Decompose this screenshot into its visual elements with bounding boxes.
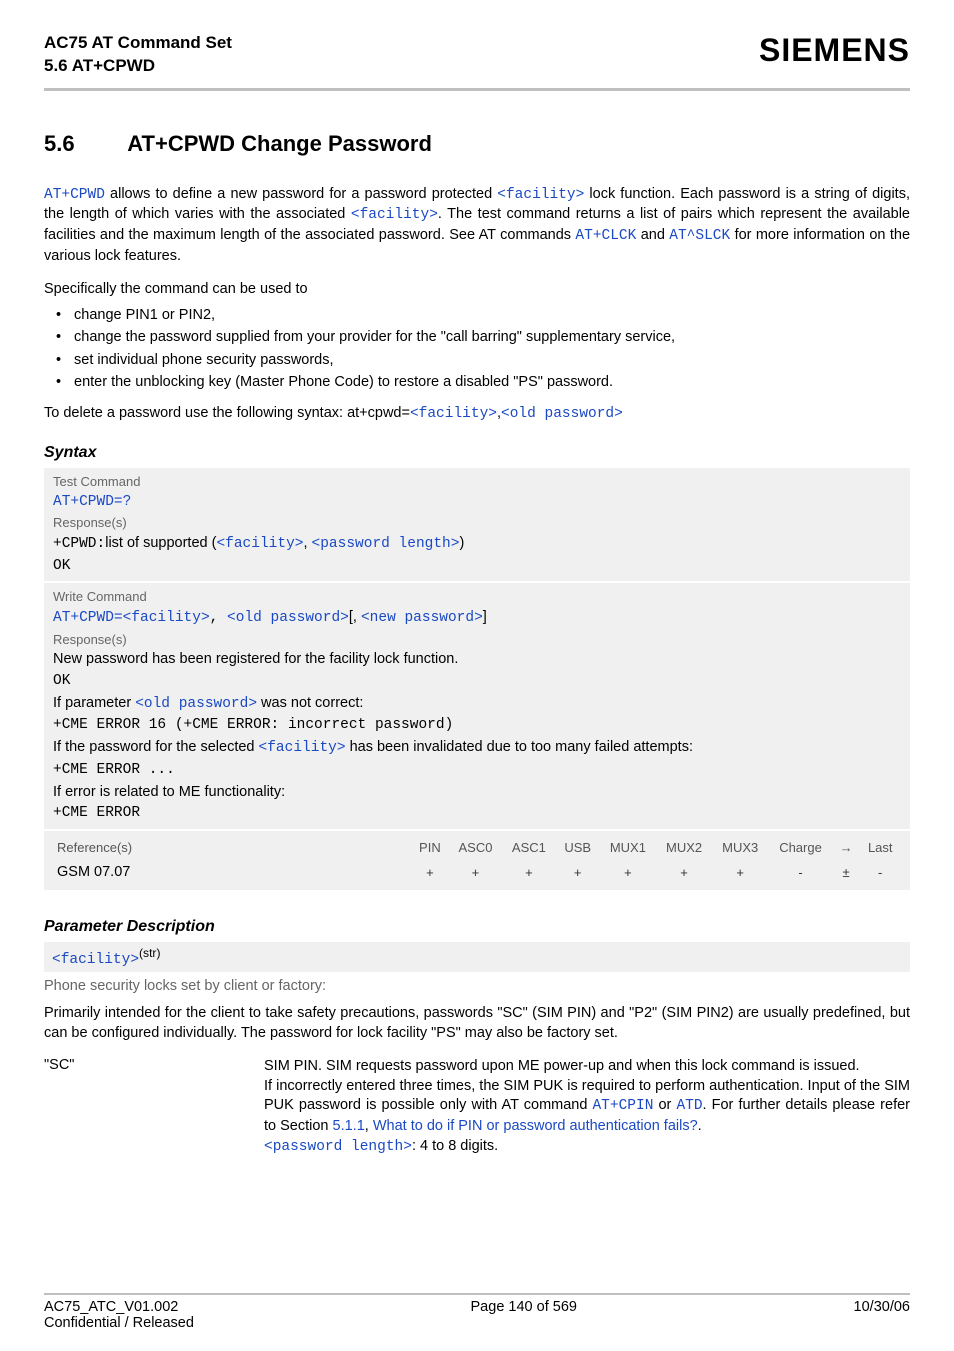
list-item: change PIN1 or PIN2, [56, 304, 910, 326]
footer-confidential: Confidential / Released [44, 1315, 194, 1331]
param-desc-heading: Parameter Description [44, 918, 910, 936]
header-divider [44, 88, 910, 91]
list-item: set individual phone security passwords, [56, 349, 910, 371]
col-mux2: MUX2 [656, 836, 712, 860]
atcpwd-link[interactable]: AT+CPWD [44, 187, 105, 203]
atd-link[interactable]: ATD [676, 1098, 702, 1114]
param-facility-head: <facility>(str) [44, 942, 910, 972]
section-title: AT+CPWD Change Password [127, 131, 432, 156]
atcpin-link[interactable]: AT+CPIN [592, 1098, 653, 1114]
page-footer: AC75_ATC_V01.002 Confidential / Released… [44, 1286, 910, 1331]
test-response: +CPWD:list of supported (<facility>, <pa… [53, 533, 901, 556]
col-mux3: MUX3 [712, 836, 768, 860]
col-plane-icon: → [833, 836, 860, 860]
facility-param[interactable]: <facility> [52, 952, 139, 968]
col-mux1: MUX1 [600, 836, 656, 860]
write-command-label: Write Command [53, 587, 901, 607]
test-command-label: Test Command [53, 472, 901, 492]
test-command: AT+CPWD=? [53, 492, 901, 514]
resp-pwlen[interactable]: <password length> [312, 536, 460, 552]
delete-syntax: To delete a password use the following s… [44, 404, 910, 425]
list-item: change the password supplied from your p… [56, 326, 910, 348]
ok-line: OK [53, 556, 901, 578]
cell: - [859, 860, 901, 886]
responses-label: Response(s) [53, 513, 901, 533]
facility-link[interactable]: <facility> [497, 187, 584, 203]
facility-link-3[interactable]: <facility> [259, 740, 346, 756]
param-sc-value: SIM PIN. SIM requests password upon ME p… [264, 1057, 910, 1157]
col-last: Last [859, 836, 901, 860]
cell: + [656, 860, 712, 886]
section-number: 5.6 [44, 131, 122, 157]
doc-title-line1: AC75 AT Command Set [44, 32, 232, 55]
doc-title: AC75 AT Command Set 5.6 AT+CPWD [44, 32, 232, 78]
resp-facility[interactable]: <facility> [216, 536, 303, 552]
footer-page: Page 140 of 569 [471, 1299, 577, 1331]
cell: + [600, 860, 656, 886]
atclck-link[interactable]: AT+CLCK [575, 228, 636, 244]
write-resp-1: New password has been registered for the… [53, 649, 901, 671]
col-pin: PIN [411, 836, 449, 860]
col-asc1: ASC1 [502, 836, 555, 860]
responses-label-2: Response(s) [53, 630, 901, 650]
facility-link-2[interactable]: <facility> [351, 207, 438, 223]
footer-divider [44, 1293, 910, 1295]
footer-left: AC75_ATC_V01.002 Confidential / Released [44, 1299, 194, 1331]
intro-paragraph: AT+CPWD allows to define a new password … [44, 185, 910, 266]
pwlen-link[interactable]: <password length> [264, 1139, 412, 1155]
param-sc-row: "SC" SIM PIN. SIM requests password upon… [44, 1057, 910, 1157]
col-asc0: ASC0 [449, 836, 502, 860]
write-resp-6: If error is related to ME functionality: [53, 782, 901, 804]
write-facility[interactable]: <facility> [123, 610, 210, 626]
page-header: AC75 AT Command Set 5.6 AT+CPWD SIEMENS [44, 32, 910, 78]
cell: + [556, 860, 600, 886]
param-sc-key: "SC" [44, 1057, 264, 1157]
param-subhead: Phone security locks set by client or fa… [44, 978, 910, 994]
col-charge: Charge [768, 836, 832, 860]
list-item: enter the unblocking key (Master Phone C… [56, 371, 910, 393]
write-newpw[interactable]: <new password> [361, 610, 483, 626]
cell: + [712, 860, 768, 886]
write-command: AT+CPWD=<facility>, <old password>[, <ne… [53, 607, 901, 630]
oldpw-link[interactable]: <old password> [135, 696, 257, 712]
write-resp-7: +CME ERROR [53, 803, 901, 825]
footer-doc-id: AC75_ATC_V01.002 [44, 1299, 194, 1315]
write-resp-5: +CME ERROR ... [53, 760, 901, 782]
cell: - [768, 860, 832, 886]
cell: ± [833, 860, 860, 886]
del-oldpw[interactable]: <old password> [501, 406, 623, 422]
section-ref-title[interactable]: What to do if PIN or password authentica… [373, 1118, 698, 1134]
col-usb: USB [556, 836, 600, 860]
del-facility[interactable]: <facility> [410, 406, 497, 422]
section-ref-num[interactable]: 5.1.1 [333, 1118, 365, 1134]
param-p1: Primarily intended for the client to tak… [44, 1004, 910, 1043]
write-oldpw[interactable]: <old password> [227, 610, 349, 626]
footer-date: 10/30/06 [854, 1299, 910, 1331]
ref-label: Reference(s) [53, 836, 411, 860]
write-command-block: Write Command AT+CPWD=<facility>, <old p… [44, 583, 910, 829]
spec-lead: Specifically the command can be used to [44, 280, 910, 300]
write-resp-4: If the password for the selected <facili… [53, 737, 901, 760]
spec-list: change PIN1 or PIN2, change the password… [44, 304, 910, 394]
section-heading: 5.6 AT+CPWD Change Password [44, 131, 910, 157]
param-sup: (str) [139, 946, 160, 960]
brand-logo: SIEMENS [759, 32, 910, 69]
write-resp-3: +CME ERROR 16 (+CME ERROR: incorrect pas… [53, 715, 901, 737]
ref-row-label: GSM 07.07 [53, 860, 411, 886]
reference-table: Reference(s) PIN ASC0 ASC1 USB MUX1 MUX2… [53, 836, 901, 885]
ok-line-2: OK [53, 671, 901, 693]
doc-title-line2: 5.6 AT+CPWD [44, 55, 232, 78]
test-command-block: Test Command AT+CPWD=? Response(s) +CPWD… [44, 468, 910, 581]
atslck-link[interactable]: AT^SLCK [669, 228, 730, 244]
syntax-heading: Syntax [44, 444, 910, 462]
cell: + [502, 860, 555, 886]
cell: + [449, 860, 502, 886]
reference-block: Reference(s) PIN ASC0 ASC1 USB MUX1 MUX2… [44, 831, 910, 890]
write-resp-2: If parameter <old password> was not corr… [53, 693, 901, 716]
cell: + [411, 860, 449, 886]
